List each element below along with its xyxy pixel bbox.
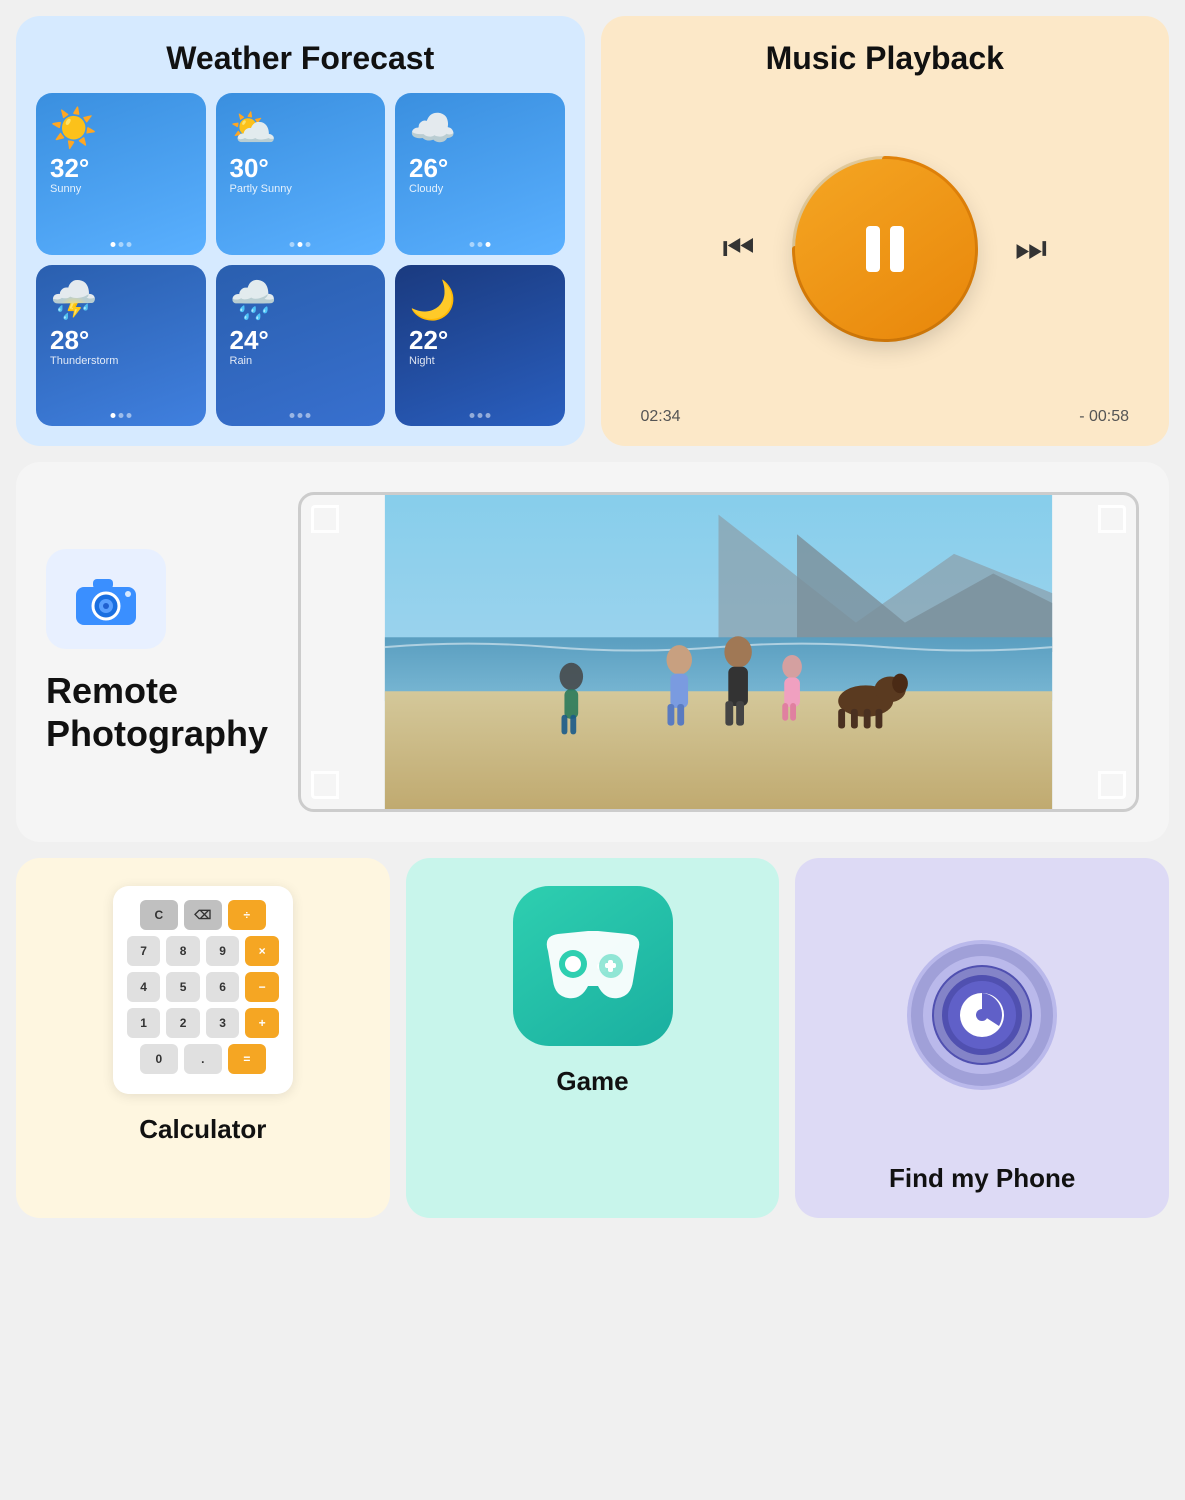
remaining-time: - 00:58 bbox=[1079, 408, 1129, 426]
cloudy-temp: 26° bbox=[409, 155, 448, 181]
calc-row-4: 1 2 3 + bbox=[127, 1008, 279, 1038]
game-label: Game bbox=[556, 1066, 628, 1097]
calc-key-divide[interactable]: ÷ bbox=[228, 900, 266, 930]
calc-key-3[interactable]: 3 bbox=[206, 1008, 240, 1038]
thunderstorm-temp: 28° bbox=[50, 327, 89, 353]
rain-icon: 🌧️ bbox=[230, 279, 277, 323]
game-icon bbox=[533, 916, 653, 1016]
pause-icon bbox=[866, 226, 904, 272]
rain-label: Rain bbox=[230, 355, 253, 367]
calc-key-c[interactable]: C bbox=[140, 900, 178, 930]
calculator: C ⌫ ÷ 7 8 9 × 4 5 6 − 1 2 3 bbox=[113, 886, 293, 1094]
partly-sunny-label: Partly Sunny bbox=[230, 183, 292, 195]
weather-card-partly-sunny[interactable]: ⛅ 30° Partly Sunny bbox=[216, 93, 386, 255]
weather-card-cloudy[interactable]: ☁️ 26° Cloudy bbox=[395, 93, 565, 255]
findphone-label: Find my Phone bbox=[889, 1163, 1075, 1194]
night-label: Night bbox=[409, 355, 435, 367]
calc-row-2: 7 8 9 × bbox=[127, 936, 279, 966]
calc-key-9[interactable]: 9 bbox=[206, 936, 240, 966]
findphone-icon-wrap bbox=[902, 886, 1062, 1143]
photo-title: Remote Photography bbox=[46, 669, 268, 755]
thunderstorm-label: Thunderstorm bbox=[50, 355, 118, 367]
pause-button[interactable] bbox=[795, 159, 975, 339]
cloudy-label: Cloudy bbox=[409, 183, 443, 195]
night-dots bbox=[469, 413, 490, 418]
calc-key-7[interactable]: 7 bbox=[127, 936, 161, 966]
photo-left: Remote Photography bbox=[46, 549, 268, 755]
music-player: ⏮ ⏭ bbox=[722, 101, 1047, 396]
weather-grid: ☀️ 32° Sunny ⛅ 30° Partly Sunny ☁️ 26° bbox=[36, 93, 565, 426]
sunny-label: Sunny bbox=[50, 183, 81, 195]
thunderstorm-icon: ⛈️ bbox=[50, 279, 97, 323]
camera-icon bbox=[71, 569, 141, 629]
game-icon-wrap bbox=[513, 886, 673, 1046]
partly-sunny-icon: ⛅ bbox=[230, 107, 277, 151]
next-button[interactable]: ⏭ bbox=[1015, 227, 1047, 270]
beach-scene bbox=[301, 495, 1136, 809]
calc-row-3: 4 5 6 − bbox=[127, 972, 279, 1002]
calc-key-2[interactable]: 2 bbox=[166, 1008, 200, 1038]
photo-frame bbox=[298, 492, 1139, 812]
calc-key-5[interactable]: 5 bbox=[166, 972, 200, 1002]
calc-row-5: 0 . = bbox=[127, 1044, 279, 1074]
corner-bl bbox=[311, 771, 339, 799]
corner-br bbox=[1098, 771, 1126, 799]
weather-card-thunderstorm[interactable]: ⛈️ 28° Thunderstorm bbox=[36, 265, 206, 427]
calc-key-plus[interactable]: + bbox=[245, 1008, 279, 1038]
weather-panel: Weather Forecast ☀️ 32° Sunny ⛅ 30° Part… bbox=[16, 16, 585, 446]
cloudy-icon: ☁️ bbox=[409, 107, 456, 151]
calculator-label: Calculator bbox=[139, 1114, 266, 1145]
calc-key-multiply[interactable]: × bbox=[245, 936, 279, 966]
bottom-row: C ⌫ ÷ 7 8 9 × 4 5 6 − 1 2 3 bbox=[16, 858, 1169, 1218]
weather-card-night[interactable]: 🌙 22° Night bbox=[395, 265, 565, 427]
calc-row-1: C ⌫ ÷ bbox=[127, 900, 279, 930]
play-circle[interactable] bbox=[785, 149, 985, 349]
thunderstorm-dots bbox=[110, 413, 131, 418]
night-temp: 22° bbox=[409, 327, 448, 353]
music-title: Music Playback bbox=[766, 40, 1004, 77]
calc-key-6[interactable]: 6 bbox=[206, 972, 240, 1002]
music-time: 02:34 - 00:58 bbox=[621, 408, 1150, 426]
partly-sunny-temp: 30° bbox=[230, 155, 269, 181]
findphone-icon bbox=[902, 935, 1062, 1095]
weather-card-sunny[interactable]: ☀️ 32° Sunny bbox=[36, 93, 206, 255]
night-icon: 🌙 bbox=[409, 279, 456, 323]
calc-key-0[interactable]: 0 bbox=[140, 1044, 178, 1074]
weather-card-rain[interactable]: 🌧️ 24° Rain bbox=[216, 265, 386, 427]
calc-key-equals[interactable]: = bbox=[228, 1044, 266, 1074]
music-panel: Music Playback ⏮ ⏭ 02:34 - 00:58 bbox=[601, 16, 1170, 446]
camera-icon-box bbox=[46, 549, 166, 649]
sunny-temp: 32° bbox=[50, 155, 89, 181]
prev-button[interactable]: ⏮ bbox=[722, 227, 754, 270]
rain-temp: 24° bbox=[230, 327, 269, 353]
corner-tr bbox=[1098, 505, 1126, 533]
sunny-icon: ☀️ bbox=[50, 107, 97, 151]
calc-key-8[interactable]: 8 bbox=[166, 936, 200, 966]
photo-panel: Remote Photography bbox=[16, 462, 1169, 842]
calc-key-4[interactable]: 4 bbox=[127, 972, 161, 1002]
rain-dots bbox=[290, 413, 311, 418]
calc-key-backspace[interactable]: ⌫ bbox=[184, 900, 222, 930]
calculator-card: C ⌫ ÷ 7 8 9 × 4 5 6 − 1 2 3 bbox=[16, 858, 390, 1218]
findphone-card: Find my Phone bbox=[795, 858, 1169, 1218]
sunny-dots bbox=[110, 242, 131, 247]
calc-key-minus[interactable]: − bbox=[245, 972, 279, 1002]
calc-key-1[interactable]: 1 bbox=[127, 1008, 161, 1038]
game-card: Game bbox=[406, 858, 780, 1218]
weather-title: Weather Forecast bbox=[36, 40, 565, 77]
cloudy-dots bbox=[469, 242, 490, 247]
partly-sunny-dots bbox=[290, 242, 311, 247]
calc-key-dot[interactable]: . bbox=[184, 1044, 222, 1074]
corner-tl bbox=[311, 505, 339, 533]
current-time: 02:34 bbox=[641, 408, 681, 426]
